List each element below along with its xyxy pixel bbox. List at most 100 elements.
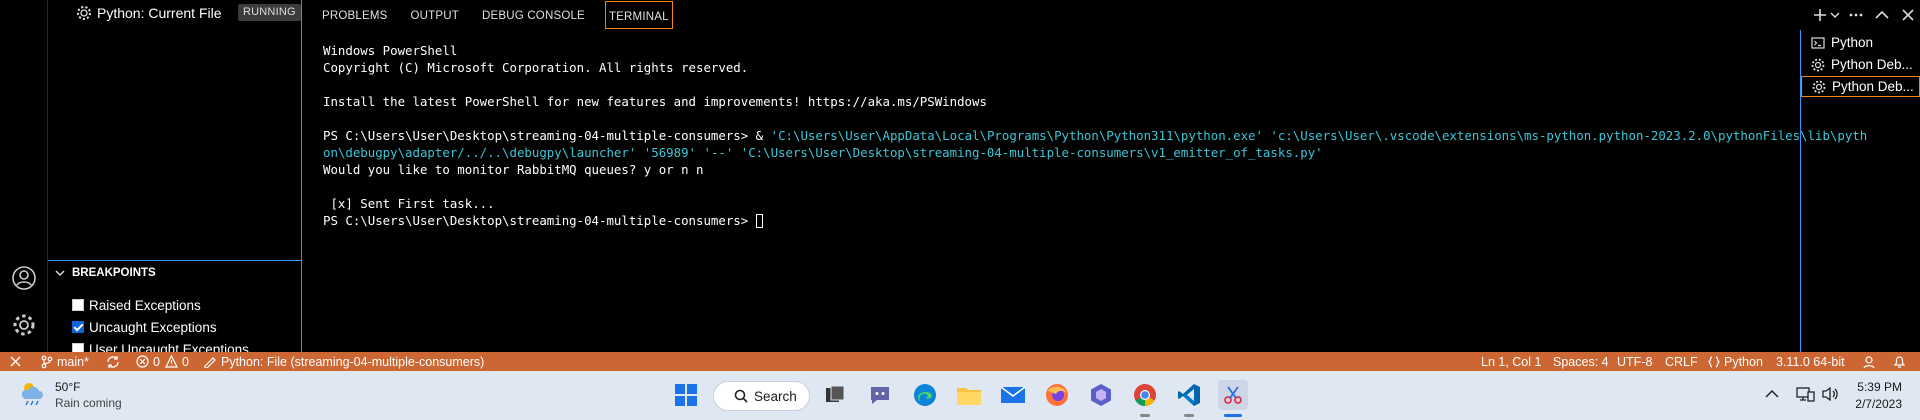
terminal-command-line: PS C:\Users\User\Desktop\streaming-04-mu… bbox=[323, 127, 1867, 144]
breakpoint-raised-exceptions[interactable]: Raised Exceptions bbox=[72, 295, 201, 315]
account-icon[interactable] bbox=[10, 264, 38, 292]
system-tray bbox=[1765, 386, 1839, 402]
copilot-hex-icon[interactable] bbox=[1086, 380, 1116, 410]
terminal-list-label: Python Deb... bbox=[1832, 79, 1914, 94]
weather-desc: Rain coming bbox=[55, 396, 122, 410]
prompt: PS C:\Users\User\Desktop\streaming-04-mu… bbox=[323, 128, 749, 143]
clock-date: 2/7/2023 bbox=[1855, 397, 1902, 411]
task-view-icon[interactable] bbox=[820, 380, 850, 410]
chevron-down-icon bbox=[55, 270, 65, 277]
windows-taskbar: 50°F Rain coming Search 5:39 PM 2/7/2023 bbox=[0, 371, 1920, 420]
breakpoint-label: Raised Exceptions bbox=[89, 297, 201, 313]
command-operator: & bbox=[748, 128, 771, 143]
debug-icon bbox=[1811, 58, 1825, 71]
encoding[interactable]: UTF-8 bbox=[1617, 352, 1652, 371]
tab-output[interactable]: OUTPUT bbox=[411, 1, 459, 28]
breakpoint-uncaught-exceptions[interactable]: Uncaught Exceptions bbox=[72, 317, 217, 337]
call-stack-session[interactable]: Python: Current File bbox=[76, 2, 222, 24]
debug-target[interactable]: Python: File (streaming-04-multiple-cons… bbox=[203, 352, 484, 371]
branch-name: main* bbox=[57, 354, 89, 369]
activity-bar bbox=[0, 0, 48, 352]
speaker-icon[interactable] bbox=[1821, 386, 1839, 402]
chrome-icon[interactable] bbox=[1130, 380, 1160, 410]
search-label: Search bbox=[754, 388, 797, 404]
panel-actions bbox=[1806, 3, 1920, 27]
terminal-line: ​ bbox=[323, 178, 1783, 195]
branch-indicator[interactable]: main* bbox=[41, 352, 89, 371]
error-count: 0 bbox=[153, 354, 160, 369]
chrome-running-indicator bbox=[1140, 414, 1150, 417]
chevron-up-icon[interactable] bbox=[1765, 389, 1779, 399]
problems-indicator[interactable]: 0 0 bbox=[136, 352, 189, 371]
snipping-tool-icon[interactable] bbox=[1218, 380, 1248, 410]
rain-cloud-icon bbox=[21, 383, 43, 406]
remote-icon bbox=[10, 356, 21, 367]
python-interpreter[interactable]: 3.11.0 64-bit bbox=[1776, 352, 1845, 371]
checkbox[interactable] bbox=[72, 299, 84, 311]
file-explorer-icon[interactable] bbox=[954, 380, 984, 410]
run-item-label: Python: Current File bbox=[97, 5, 222, 21]
debug-launch-icon bbox=[204, 356, 216, 368]
clock[interactable]: 5:39 PM 2/7/2023 bbox=[1855, 379, 1902, 413]
terminal-list-item-active[interactable]: Python Deb... bbox=[1801, 76, 1920, 97]
braces-icon bbox=[1708, 355, 1720, 368]
terminal-list-item[interactable]: Python Deb... bbox=[1801, 54, 1920, 75]
breakpoint-label: Uncaught Exceptions bbox=[89, 319, 217, 335]
network-icon[interactable] bbox=[1795, 386, 1815, 402]
warning-icon bbox=[164, 355, 178, 368]
running-badge: RUNNING bbox=[238, 4, 301, 21]
tab-problems[interactable]: PROBLEMS bbox=[322, 1, 388, 28]
command-args: 'C:\Users\User\AppData\Local\Programs\Py… bbox=[770, 128, 1868, 143]
terminal-line: Would you like to monitor RabbitMQ queue… bbox=[323, 162, 704, 177]
breakpoints-header[interactable]: BREAKPOINTS bbox=[54, 267, 156, 279]
taskbar-search[interactable]: Search bbox=[713, 381, 810, 411]
vscode-running-indicator bbox=[1184, 414, 1194, 417]
terminal-list: Python Python Deb... Python Deb... bbox=[1800, 30, 1920, 352]
chevron-down-icon[interactable] bbox=[1828, 3, 1842, 27]
manage-gear-icon[interactable] bbox=[10, 311, 38, 339]
search-icon bbox=[734, 389, 748, 403]
sync-icon[interactable] bbox=[106, 352, 124, 371]
terminal-list-label: Python bbox=[1831, 35, 1874, 50]
more-actions-icon[interactable] bbox=[1844, 3, 1868, 27]
terminal-list-item[interactable]: Python bbox=[1801, 32, 1920, 53]
debug-side-panel: Python: Current File RUNNING BREAKPOINTS… bbox=[48, 0, 302, 357]
terminal-list-label: Python Deb... bbox=[1831, 57, 1913, 72]
status-bar: main* 0 0 Python: File (streaming-04-mul… bbox=[0, 352, 1920, 371]
terminal-line: Windows PowerShell bbox=[323, 43, 458, 58]
mail-icon[interactable] bbox=[998, 380, 1028, 410]
tab-terminal[interactable]: TERMINAL bbox=[604, 0, 673, 29]
prompt: PS C:\Users\User\Desktop\streaming-04-mu… bbox=[323, 213, 756, 228]
terminal-line: ​ bbox=[323, 76, 1783, 93]
command-args-wrap: on\debugpy\adapter/../..\debugpy\launche… bbox=[323, 145, 1323, 160]
terminal-icon bbox=[1811, 36, 1825, 49]
maximize-panel-icon[interactable] bbox=[1870, 3, 1894, 27]
cursor-position[interactable]: Ln 1, Col 1 bbox=[1481, 352, 1541, 371]
notifications-bell-icon[interactable] bbox=[1893, 352, 1910, 371]
panel-tabs: PROBLEMS OUTPUT DEBUG CONSOLE TERMINAL bbox=[322, 0, 696, 29]
tab-debug-console[interactable]: DEBUG CONSOLE bbox=[482, 1, 585, 28]
debug-gear-icon bbox=[77, 6, 91, 20]
start-windows-icon[interactable] bbox=[671, 380, 701, 410]
terminal-line: [x] Sent First task... bbox=[323, 196, 495, 211]
indentation[interactable]: Spaces: 4 bbox=[1553, 352, 1609, 371]
terminal-line: Install the latest PowerShell for new fe… bbox=[323, 94, 987, 109]
debug-icon bbox=[1812, 80, 1826, 93]
debug-target-label: Python: File (streaming-04-multiple-cons… bbox=[221, 354, 485, 369]
end-of-line[interactable]: CRLF bbox=[1665, 352, 1698, 371]
terminal-output[interactable]: Windows PowerShell Copyright (C) Microsof… bbox=[323, 42, 1867, 229]
close-icon[interactable] bbox=[1896, 3, 1920, 27]
vscode-icon[interactable] bbox=[1174, 380, 1204, 410]
feedback-icon[interactable] bbox=[1862, 352, 1880, 371]
terminal-prompt-line: PS C:\Users\User\Desktop\streaming-04-mu… bbox=[323, 212, 1783, 229]
edge-browser-icon[interactable] bbox=[910, 380, 940, 410]
git-branch-icon bbox=[41, 355, 53, 368]
checkbox[interactable] bbox=[72, 321, 84, 333]
language-mode[interactable]: Python bbox=[1708, 352, 1763, 371]
error-icon bbox=[136, 355, 149, 368]
weather-widget[interactable]: 50°F Rain coming bbox=[18, 379, 122, 411]
remote-indicator[interactable] bbox=[10, 352, 25, 371]
terminal-line: ​ bbox=[323, 110, 1783, 127]
teams-chat-icon[interactable] bbox=[865, 380, 895, 410]
firefox-icon[interactable] bbox=[1042, 380, 1072, 410]
